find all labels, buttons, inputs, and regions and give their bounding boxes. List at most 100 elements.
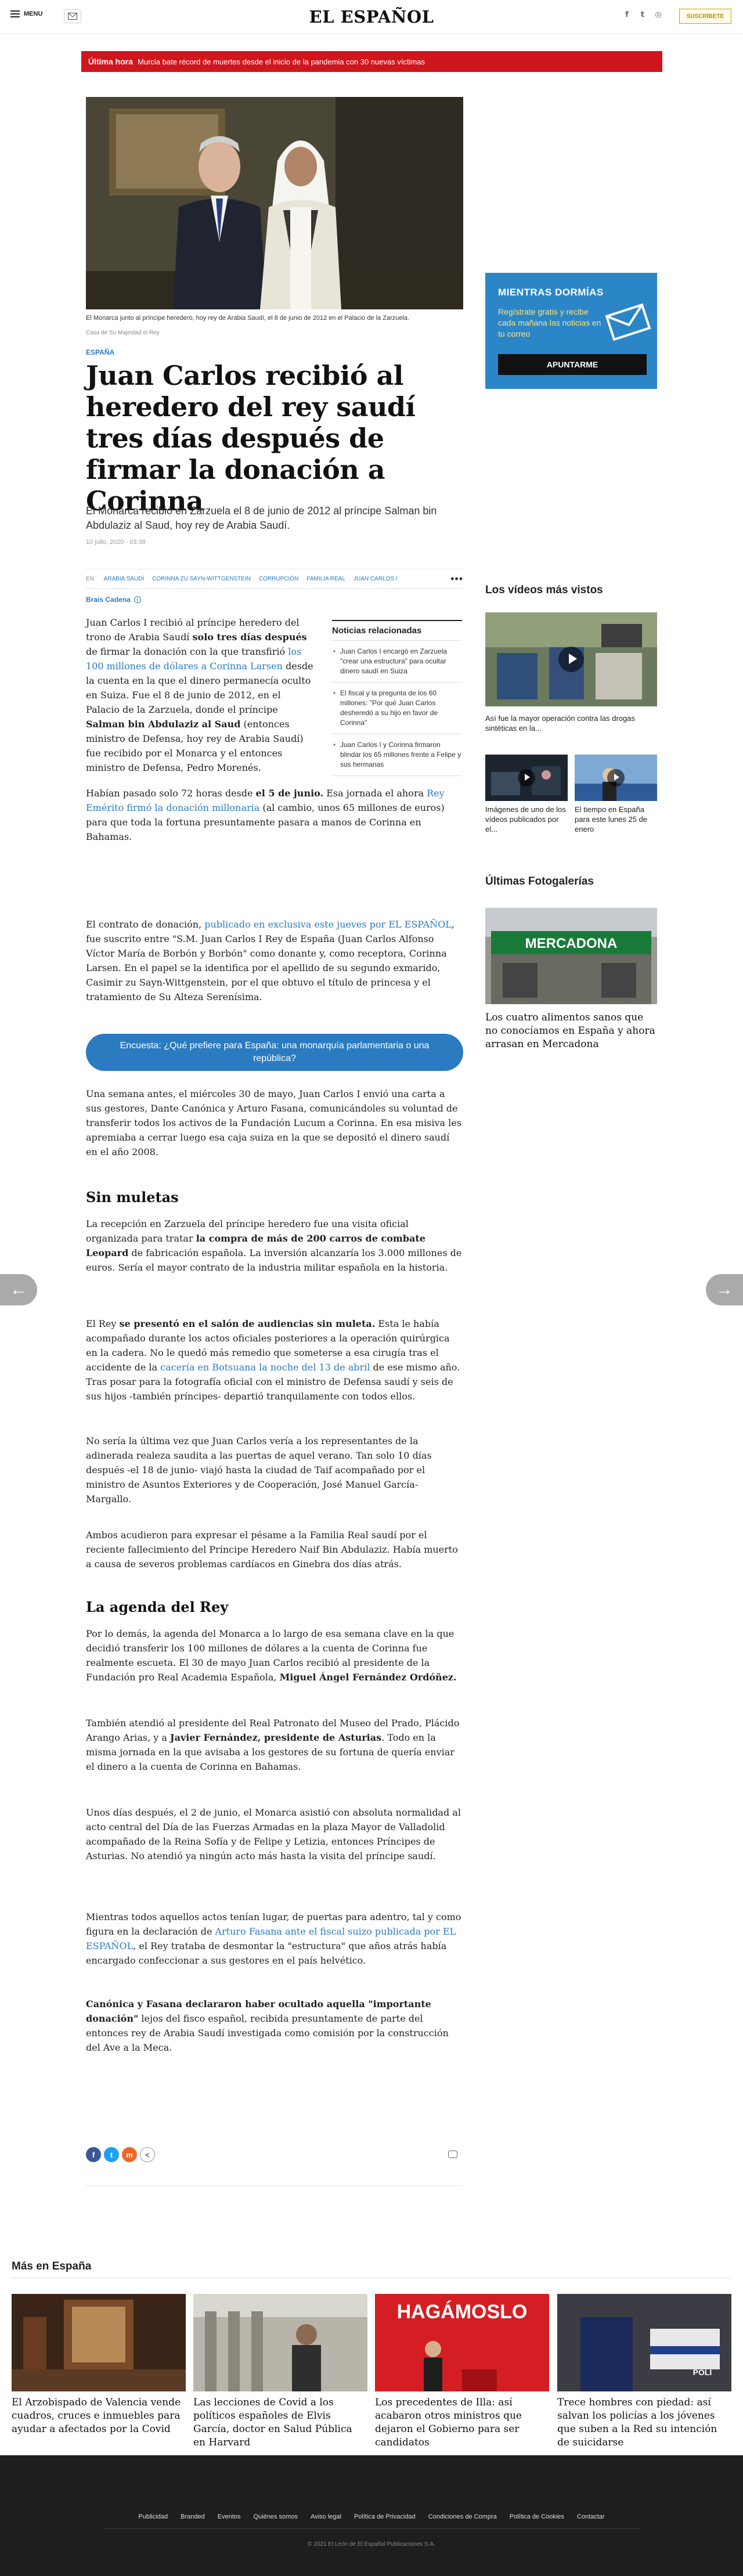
inline-link[interactable]: Arturo Fasana ante el fiscal suizo publi… (86, 1926, 456, 1951)
subscribe-button[interactable]: SUSCRÍBETE (679, 9, 731, 24)
gallery-thumbnail[interactable]: MERCADONA (485, 908, 657, 1004)
author-name: Brais Cadena (86, 596, 131, 604)
footer-link[interactable]: Contactar (577, 2513, 605, 2520)
top-bar: MENU EL ESPAÑOL f t ◎ SUSCRÍBETE (0, 0, 743, 34)
play-icon[interactable] (607, 769, 625, 786)
publish-date: 10 julio, 2020 - 03:38 (86, 539, 146, 546)
inline-link[interactable]: cacería en Botsuana la noche del 13 de a… (160, 1362, 370, 1373)
envelope-icon (605, 303, 651, 341)
footer-link[interactable]: Branded (181, 2513, 205, 2520)
news-card-title[interactable]: Las lecciones de Covid a los políticos e… (193, 2396, 367, 2449)
comments-icon[interactable] (448, 2151, 457, 2158)
footer-link[interactable]: Aviso legal (311, 2513, 341, 2520)
image-credit: Casa de Su Majestad el Rey (86, 330, 160, 336)
article-paragraph: La recepción en Zarzuela del príncipe he… (86, 1218, 462, 1273)
news-card-title[interactable]: Los precedentes de Illa: así acabaron ot… (375, 2396, 549, 2449)
tag-link[interactable]: CORRUPCIÓN (259, 576, 298, 582)
news-card-title[interactable]: Trece hombres con piedad: así salvan los… (557, 2396, 731, 2449)
breaking-label: Última hora (88, 57, 134, 66)
section-label[interactable]: ESPAÑA (86, 348, 114, 356)
related-news-item[interactable]: El fiscal y la pregunta de los 60 millon… (332, 683, 462, 734)
news-card-image[interactable] (193, 2294, 367, 2391)
next-article-arrow-icon[interactable]: → (706, 1274, 743, 1305)
video-thumbnail[interactable] (575, 755, 657, 801)
play-icon[interactable] (558, 647, 584, 672)
footer-link[interactable]: Condiciones de Compra (428, 2513, 497, 2520)
video-caption[interactable]: El tiempo en España para este lunes 25 d… (575, 804, 657, 834)
footer-link[interactable]: Política de Cookies (510, 2513, 564, 2520)
article-paragraph: Juan Carlos I recibió al príncipe herede… (86, 617, 313, 773)
tag-link[interactable]: ARABIA SAUDÍ (104, 576, 144, 582)
newsletter-box: MIENTRAS DORMÍAS Regístrate gratis y rec… (485, 273, 657, 389)
breaking-news-bar[interactable]: Última hora Murcia bate récord de muerte… (81, 51, 662, 72)
video-caption[interactable]: Así fue la mayor operación contra las dr… (485, 713, 657, 733)
footer-links: Publicidad Branded Eventos Quiénes somos… (0, 2513, 743, 2520)
tags-prefix: EN: (86, 575, 96, 582)
footer-link[interactable]: Eventos (218, 2513, 241, 2520)
news-card-image[interactable] (12, 2294, 186, 2391)
article-paragraph: Ambos acudieron para expresar el pésame … (86, 1529, 458, 1570)
article-paragraph: Canónica y Fasana declararon haber ocult… (86, 1998, 449, 2053)
meneame-share-icon[interactable]: m (122, 2147, 137, 2162)
article-paragraph: Unos días después, el 2 de junio, el Mon… (86, 1807, 461, 1861)
footer-link[interactable]: Política de Privacidad (354, 2513, 416, 2520)
hero-photo (86, 97, 463, 309)
social-links: f t ◎ (623, 11, 662, 19)
twitter-icon[interactable]: t (639, 11, 647, 19)
news-card-image[interactable]: HAGÁMOSLO (375, 2294, 549, 2391)
poll-banner[interactable]: Encuesta: ¿Qué prefiere para España: una… (86, 1034, 463, 1071)
inline-link[interactable]: publicado en exclusiva este jueves por E… (204, 919, 452, 930)
newsletter-title: MIENTRAS DORMÍAS (498, 287, 604, 298)
more-options-icon[interactable]: ••• (450, 573, 463, 585)
videos-section-title: Los vídeos más vistos (485, 584, 603, 596)
site-footer: Publicidad Branded Eventos Quiénes somos… (0, 2455, 743, 2576)
article-paragraph: No sería la última vez que Juan Carlos v… (86, 1435, 432, 1505)
author-info-icon: i (134, 596, 141, 603)
newsletter-text: Regístrate gratis y recibe cada mañana l… (498, 307, 601, 338)
share-icon[interactable]: < (140, 2147, 155, 2162)
image-caption: El Monarca junto al príncipe heredero, h… (86, 315, 410, 322)
play-icon[interactable] (518, 769, 535, 786)
article-paragraph: Por lo demás, la agenda del Monarca a lo… (86, 1628, 457, 1683)
article-paragraph: Habían pasado solo 72 horas desde el 5 d… (86, 788, 445, 842)
share-bar: f t m < (86, 2147, 155, 2162)
article-paragraph: Mientras todos aquellos actos tenían lug… (86, 1911, 461, 1966)
copyright-text: © 2021 El León de El Español Publicacion… (308, 2541, 435, 2548)
gallery-caption[interactable]: Los cuatro alimentos sanos que no conocí… (485, 1011, 657, 1051)
section-subhead: Sin muletas (86, 1189, 179, 1206)
banner-slogan: HAGÁMOSLO (397, 2301, 528, 2323)
video-caption[interactable]: Imágenes de uno de los vídeos publicados… (485, 804, 568, 834)
previous-article-arrow-icon[interactable]: ← (0, 1274, 37, 1305)
facebook-share-icon[interactable]: f (86, 2147, 101, 2162)
related-news-item[interactable]: Juan Carlos I encargó en Zarzuela "crear… (332, 641, 462, 683)
footer-link[interactable]: Publicidad (138, 2513, 168, 2520)
twitter-share-icon[interactable]: t (104, 2147, 119, 2162)
author-byline[interactable]: Brais Cadena i (86, 596, 141, 604)
article-paragraph: Una semana antes, el miércoles 30 de may… (86, 1088, 461, 1157)
section-subhead: La agenda del Rey (86, 1599, 229, 1615)
footer-link[interactable]: Quiénes somos (254, 2513, 298, 2520)
facebook-icon[interactable]: f (623, 11, 631, 19)
breaking-text: Murcia bate récord de muertes desde el i… (138, 57, 425, 66)
video-thumbnail[interactable] (485, 612, 657, 706)
related-news-item[interactable]: Juan Carlos I y Corinna firmaron blindar… (332, 734, 462, 776)
video-thumbnail[interactable] (485, 755, 568, 801)
newsletter-signup-button[interactable]: APUNTARME (498, 354, 647, 375)
article-subtitle: El Monarca recibió en Zarzuela el 8 de j… (86, 505, 437, 531)
tag-link[interactable]: JUAN CARLOS I (354, 576, 398, 582)
instagram-icon[interactable]: ◎ (654, 11, 662, 19)
inline-link[interactable]: los 100 millones de dólares a Corinna La… (86, 646, 301, 672)
article-paragraph: El Rey se presentó en el salón de audien… (86, 1318, 460, 1402)
news-card-title[interactable]: El Arzobispado de Valencia vende cuadros… (12, 2396, 186, 2436)
article-paragraph: También atendió al presidente del Real P… (86, 1718, 460, 1772)
police-van-text: POLI (693, 2368, 712, 2377)
store-sign: MERCADONA (525, 936, 618, 951)
news-card-image[interactable]: POLI (557, 2294, 731, 2391)
tags-row: EN: ARABIA SAUDÍ CORINNA ZU SAYN-WITTGEN… (86, 569, 463, 589)
related-news-box: Noticias relacionadas Juan Carlos I enca… (332, 620, 462, 776)
divider (86, 2185, 463, 2186)
tag-link[interactable]: FAMILIA REAL (306, 576, 345, 582)
tag-link[interactable]: CORINNA ZU SAYN-WITTGENSTEIN (152, 576, 251, 582)
more-spain-title: Más en España (12, 2260, 92, 2272)
divider (104, 2528, 639, 2529)
